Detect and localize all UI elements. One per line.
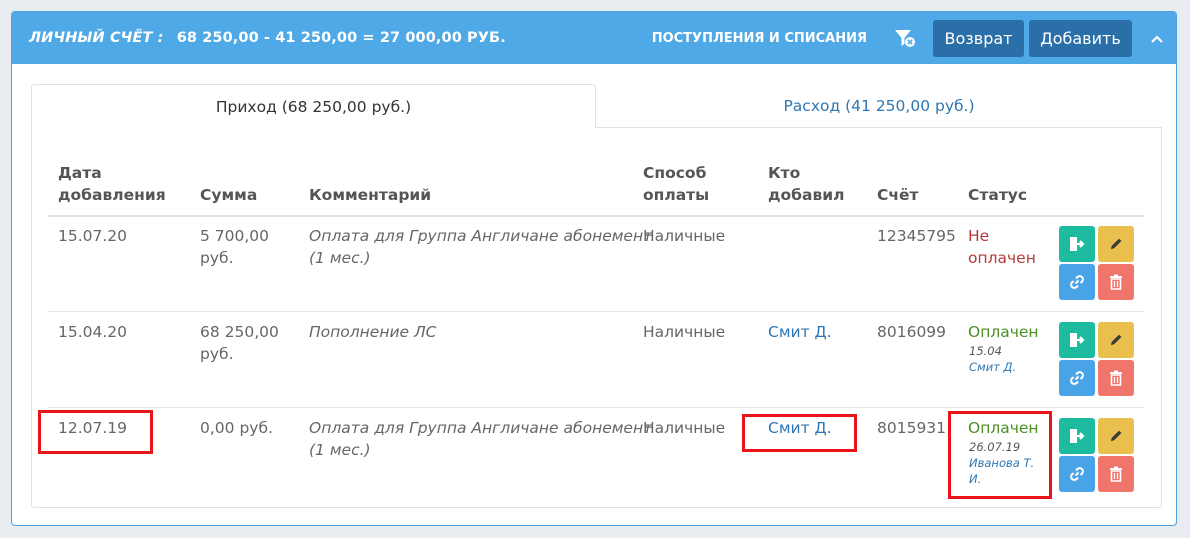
export-icon bbox=[1070, 429, 1085, 443]
col-payment-header: Способ оплаты bbox=[643, 164, 710, 204]
row2-comment: Пополнение ЛС bbox=[309, 323, 437, 341]
link-icon bbox=[1070, 371, 1084, 385]
row3-sum: 0,00 руб. bbox=[200, 419, 273, 437]
filter-icon[interactable] bbox=[893, 27, 917, 49]
export-icon bbox=[1070, 237, 1085, 251]
title-balance: 68 250,00 - 41 250,00 = 27 000,00 РУБ. bbox=[176, 30, 506, 46]
trash-icon bbox=[1110, 370, 1122, 386]
header-divider bbox=[48, 215, 1144, 217]
pencil-icon bbox=[1111, 238, 1122, 249]
edit-button[interactable] bbox=[1098, 322, 1134, 358]
panel-title: ЛИЧНЫЙ СЧЁТ : 68 250,00 - 41 250,00 = 27… bbox=[29, 30, 506, 46]
row3-comment: Оплата для Группа Англичане абонемент (1 … bbox=[309, 419, 653, 459]
row1-payment: Наличные bbox=[643, 227, 726, 245]
tab-income[interactable]: Приход (68 250,00 руб.) bbox=[31, 84, 596, 129]
row2-account: 8016099 bbox=[877, 323, 947, 341]
export-button[interactable] bbox=[1059, 418, 1095, 454]
pencil-icon bbox=[1111, 430, 1122, 441]
income-expense-link[interactable]: ПОСТУПЛЕНИЯ И СПИСАНИЯ bbox=[652, 31, 867, 46]
tab-expense[interactable]: Расход (41 250,00 руб.) bbox=[596, 84, 1162, 128]
row2-added-by-link[interactable]: Смит Д. bbox=[768, 321, 832, 343]
col-status-header: Статус bbox=[968, 186, 1028, 204]
delete-button[interactable] bbox=[1098, 456, 1134, 492]
row1-comment: Оплата для Группа Англичане абонемент (1 … bbox=[309, 227, 653, 267]
return-button[interactable]: Возврат bbox=[933, 19, 1024, 57]
col-who-header: Кто добавил bbox=[768, 164, 845, 204]
link-icon bbox=[1070, 275, 1084, 289]
trash-icon bbox=[1110, 274, 1122, 290]
row-divider bbox=[48, 407, 1144, 408]
row3-payment: Наличные bbox=[643, 419, 726, 437]
row1-status: Не оплачен bbox=[968, 227, 1036, 267]
add-button[interactable]: Добавить bbox=[1029, 19, 1132, 57]
row2-status-date: 15.04 bbox=[969, 344, 1002, 358]
col-sum-header: Сумма bbox=[200, 186, 258, 204]
highlight-added-by bbox=[742, 414, 857, 452]
row2-date: 15.04.20 bbox=[58, 323, 128, 341]
trash-icon bbox=[1110, 466, 1122, 482]
export-icon bbox=[1070, 333, 1085, 347]
col-account-header: Счёт bbox=[877, 186, 919, 204]
personal-account-panel: ЛИЧНЫЙ СЧЁТ : 68 250,00 - 41 250,00 = 27… bbox=[11, 11, 1177, 526]
header-actions: ПОСТУПЛЕНИЯ И СПИСАНИЯ Возврат Добавить bbox=[652, 19, 1176, 57]
pencil-icon bbox=[1111, 334, 1122, 345]
row1-sum: 5 700,00 руб. bbox=[200, 227, 270, 267]
row-divider bbox=[48, 311, 1144, 312]
row1-date: 15.07.20 bbox=[58, 227, 128, 245]
edit-button[interactable] bbox=[1098, 226, 1134, 262]
highlight-status bbox=[948, 411, 1052, 499]
row2-status-by[interactable]: Смит Д. bbox=[969, 359, 1016, 375]
highlight-date bbox=[38, 410, 153, 454]
title-label: ЛИЧНЫЙ СЧЁТ : bbox=[29, 30, 164, 46]
income-table: Дата добавления Сумма Комментарий Способ о… bbox=[31, 128, 1162, 508]
link-icon bbox=[1070, 467, 1084, 481]
col-comment-header: Комментарий bbox=[309, 186, 432, 204]
chevron-up-icon[interactable] bbox=[1150, 29, 1164, 48]
panel-header: ЛИЧНЫЙ СЧЁТ : 68 250,00 - 41 250,00 = 27… bbox=[12, 12, 1176, 64]
row2-payment: Наличные bbox=[643, 323, 726, 341]
edit-button[interactable] bbox=[1098, 418, 1134, 454]
col-date-header: Дата добавления bbox=[58, 164, 166, 204]
delete-button[interactable] bbox=[1098, 360, 1134, 396]
export-button[interactable] bbox=[1059, 322, 1095, 358]
tabs: Приход (68 250,00 руб.) Расход (41 250,0… bbox=[31, 84, 1162, 508]
row1-account: 12345795 bbox=[877, 227, 956, 245]
link-button[interactable] bbox=[1059, 456, 1095, 492]
link-button[interactable] bbox=[1059, 360, 1095, 396]
delete-button[interactable] bbox=[1098, 264, 1134, 300]
link-button[interactable] bbox=[1059, 264, 1095, 300]
export-button[interactable] bbox=[1059, 226, 1095, 262]
row3-account: 8015931 bbox=[877, 419, 947, 437]
row2-status: Оплачен bbox=[968, 323, 1039, 341]
row2-sum: 68 250,00 руб. bbox=[200, 323, 279, 363]
